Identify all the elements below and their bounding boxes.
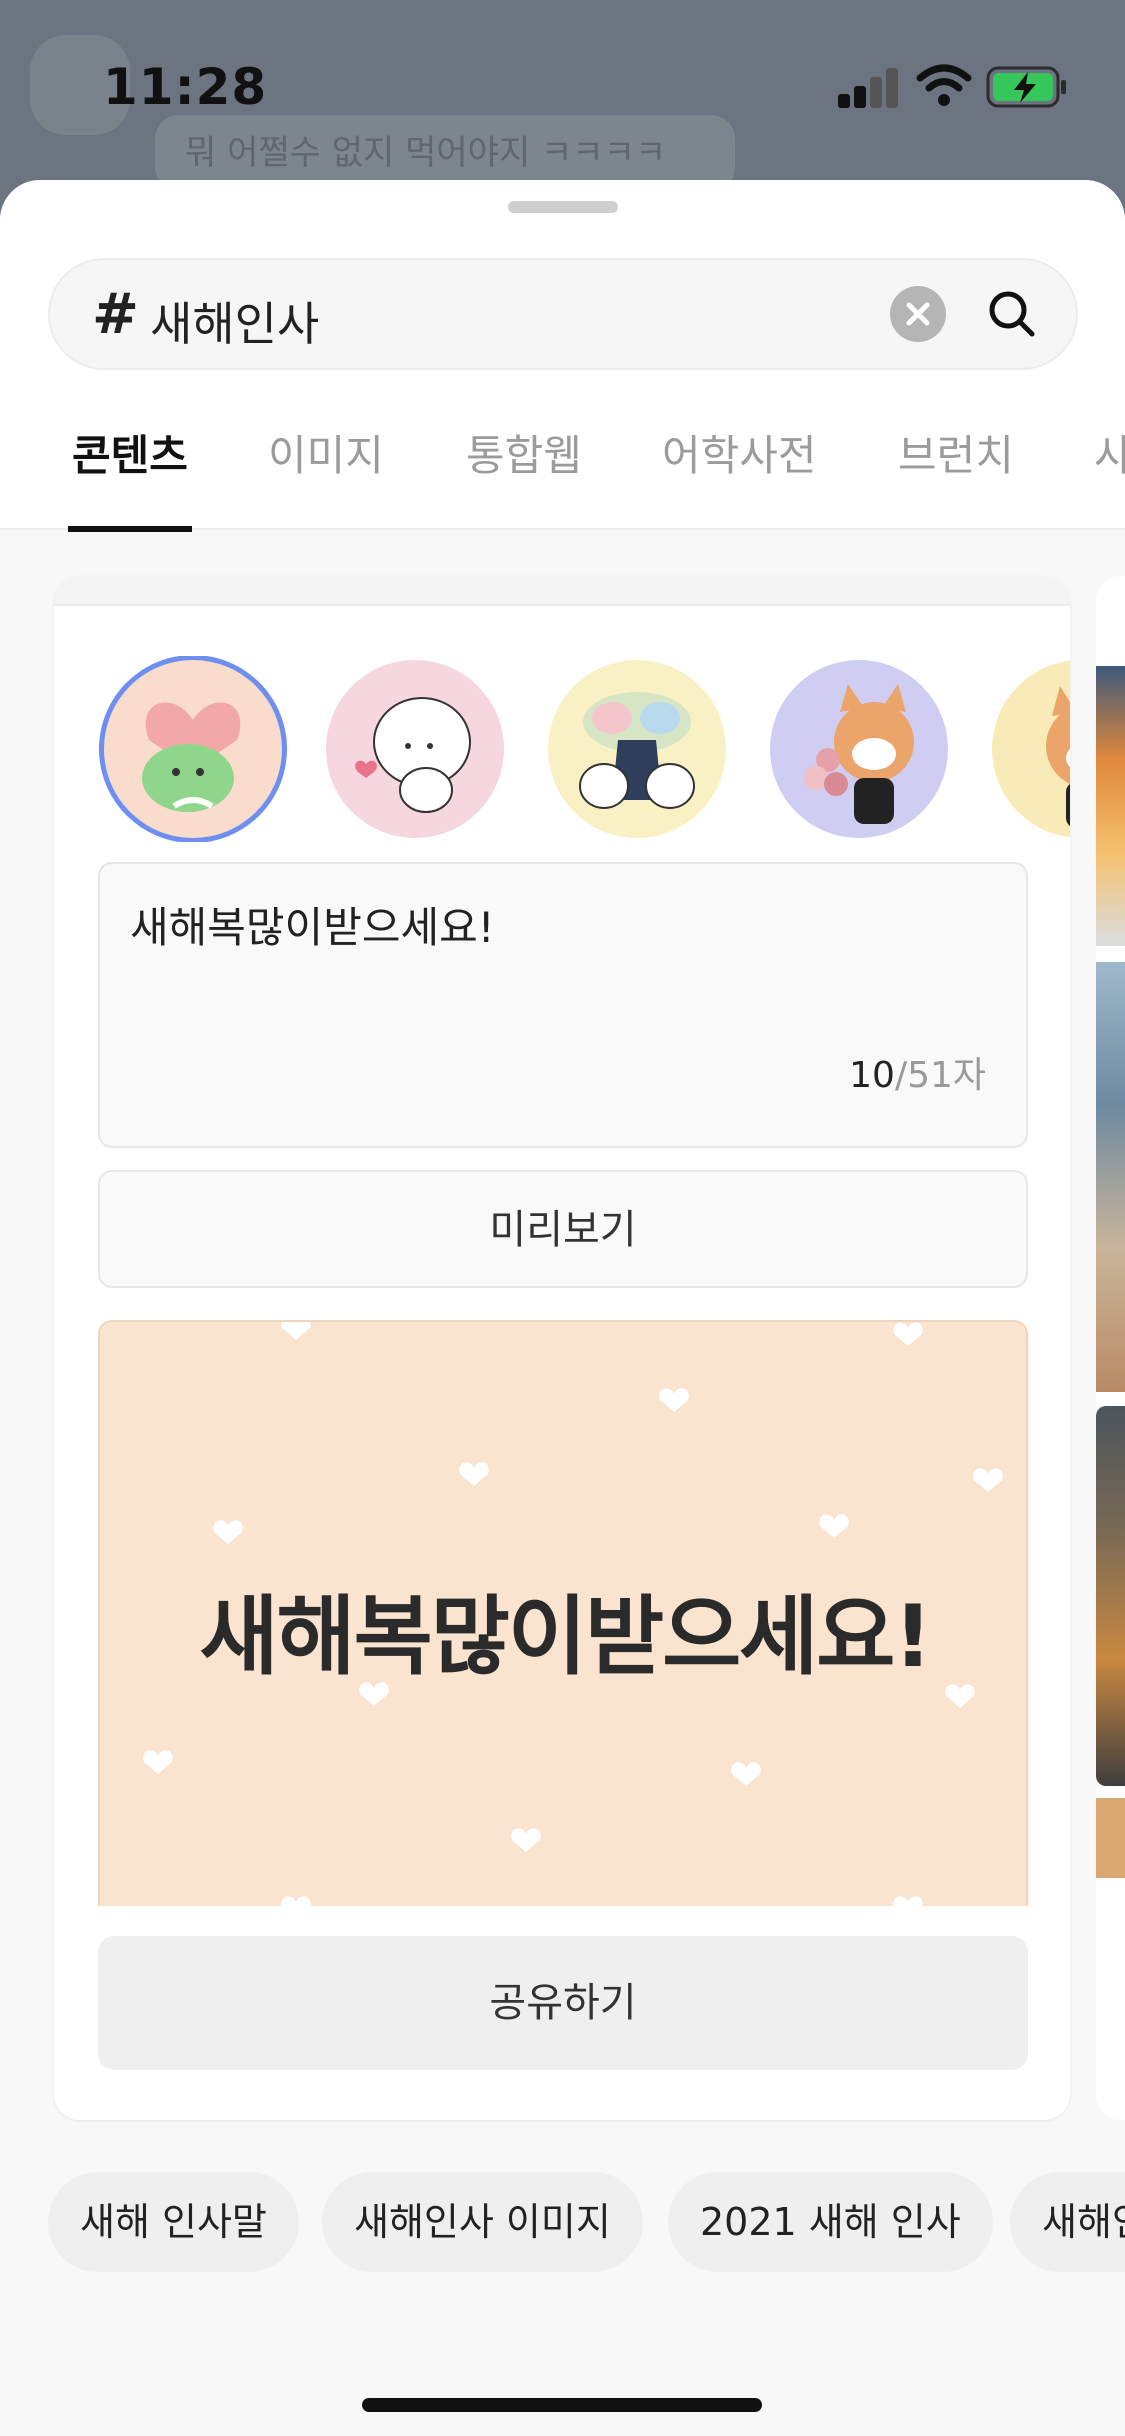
tab-dictionary[interactable]: 어학사전 bbox=[662, 422, 817, 530]
sheet-header: # 새해인사 콘텐츠 이미지 통합웹 어학사전 브런치 사 bbox=[0, 180, 1125, 532]
peek-image-dusk bbox=[1096, 1406, 1125, 1786]
sheet-grabber[interactable] bbox=[508, 201, 618, 213]
card-top-strip bbox=[54, 576, 1070, 606]
chip-new-year-greeting-images[interactable]: 새해인사 이미지 bbox=[322, 2172, 643, 2272]
peek-image-sunset bbox=[1096, 666, 1125, 946]
sticker-selector bbox=[98, 656, 1070, 842]
chip-2021-new-year-greeting[interactable]: 2021 새해 인사 bbox=[668, 2172, 993, 2272]
search-bar[interactable]: # 새해인사 bbox=[48, 258, 1078, 370]
search-icon[interactable] bbox=[980, 282, 1044, 346]
sticker-birds-hanbok[interactable] bbox=[548, 660, 726, 838]
sticker-dino-heart[interactable] bbox=[104, 660, 282, 838]
peek-image-beach bbox=[1096, 962, 1125, 1392]
tab-more[interactable]: 사 bbox=[1094, 422, 1125, 530]
share-button[interactable]: 공유하기 bbox=[98, 1936, 1028, 2070]
battery-charging-icon bbox=[986, 66, 1066, 108]
category-tabs: 콘텐츠 이미지 통합웹 어학사전 브런치 사 bbox=[0, 422, 1125, 532]
greeting-preview-text: 새해복많이받으세요! bbox=[199, 1587, 932, 1687]
message-text[interactable]: 새해복많이받으세요! bbox=[130, 894, 495, 955]
search-input[interactable]: 새해인사 bbox=[150, 288, 319, 354]
status-bar: 11:28 bbox=[0, 0, 1125, 170]
status-time: 11:28 bbox=[103, 58, 268, 116]
char-limit: /51자 bbox=[894, 1055, 986, 1096]
related-search-chips: 새해 인사말 새해인사 이미지 2021 새해 인사 새해인 bbox=[0, 2172, 1125, 2272]
sticker-red-panda[interactable] bbox=[992, 660, 1070, 838]
message-input[interactable]: 새해복많이받으세요! 10/51자 bbox=[98, 862, 1028, 1148]
next-card-peek[interactable] bbox=[1096, 576, 1125, 2120]
char-count: 10 bbox=[849, 1055, 895, 1096]
clear-icon[interactable] bbox=[890, 286, 946, 342]
wifi-icon bbox=[916, 64, 972, 106]
peek-image-strip bbox=[1096, 1798, 1125, 1878]
search-sheet: # 새해인사 콘텐츠 이미지 통합웹 어학사전 브런치 사 새해복많이받으세요!… bbox=[0, 180, 1125, 2436]
signal-icon bbox=[838, 66, 900, 108]
preview-button[interactable]: 미리보기 bbox=[98, 1170, 1028, 1288]
sticker-red-panda-flowers[interactable] bbox=[770, 660, 948, 838]
greeting-preview-image: 새해복많이받으세요! bbox=[98, 1320, 1028, 1906]
chip-new-year-greeting-words[interactable]: 새해 인사말 bbox=[48, 2172, 299, 2272]
hashtag-icon: # bbox=[92, 282, 139, 347]
tab-integrated-web[interactable]: 통합웹 bbox=[466, 422, 582, 530]
home-indicator[interactable] bbox=[362, 2398, 762, 2412]
tab-images[interactable]: 이미지 bbox=[268, 422, 384, 530]
sticker-white-seal[interactable] bbox=[326, 660, 504, 838]
greeting-card-widget: 새해복많이받으세요! 10/51자 미리보기 새해복많이받으세요! 공유하기 bbox=[54, 576, 1070, 2120]
tab-contents[interactable]: 콘텐츠 bbox=[68, 422, 192, 532]
char-counter: 10/51자 bbox=[849, 1046, 986, 1098]
chip-new-year-more[interactable]: 새해인 bbox=[1010, 2172, 1125, 2272]
tab-brunch[interactable]: 브런치 bbox=[898, 422, 1014, 530]
